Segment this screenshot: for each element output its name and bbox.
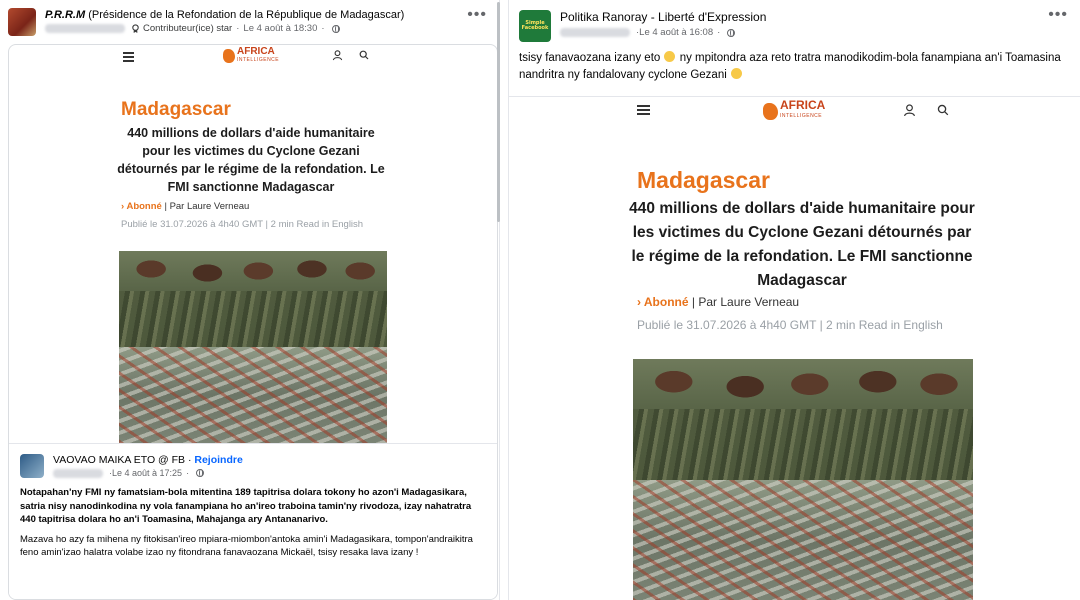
- post-image[interactable]: AFRICA INTELLIGENCE Madagascar 440 millio…: [509, 96, 1080, 600]
- blurred-author: [560, 28, 630, 37]
- blurred-author: [45, 24, 125, 33]
- search-icon: [359, 50, 369, 60]
- africa-map-icon: [763, 102, 778, 120]
- comment-author[interactable]: VAOVAO MAIKA ETO @ FB: [53, 454, 185, 466]
- article-photo: [633, 359, 973, 600]
- comment-body: Notapahan'ny FMI ny famatsiam-bola miten…: [20, 487, 473, 558]
- page-name[interactable]: Politika Ranoray - Liberté d'Expression: [560, 10, 1070, 24]
- africa-map-icon: [223, 49, 235, 63]
- globe-icon: [196, 469, 205, 477]
- left-post-header: P.R.R.M (Présidence de la Refondation de…: [0, 0, 499, 42]
- africa-intelligence-logo: AFRICA INTELLIGENCE: [763, 99, 825, 122]
- menu-icon: [123, 52, 134, 64]
- join-button[interactable]: Rejoindre: [194, 454, 242, 466]
- blurred-author: [53, 468, 103, 478]
- article-country: Madagascar: [637, 167, 770, 193]
- search-icon: [937, 104, 949, 116]
- page-avatar[interactable]: Simple Facebook: [519, 10, 551, 42]
- article-published: Publié le 31.07.2026 à 4h40 GMT | 2 min …: [121, 219, 364, 230]
- menu-icon: [637, 105, 650, 117]
- article-byline: › Abonné | Par Laure Verneau: [121, 201, 250, 212]
- post-date[interactable]: Le 4 août à 16:08: [639, 27, 713, 38]
- left-post: P.R.R.M (Présidence de la Refondation de…: [0, 0, 500, 600]
- shared-post-card[interactable]: AFRICA INTELLIGENCE Madagascar 440 millio…: [8, 44, 498, 600]
- article-screenshot: AFRICA INTELLIGENCE Madagascar 440 millio…: [627, 97, 977, 600]
- article-byline: › Abonné | Par Laure Verneau: [637, 295, 800, 309]
- article-country: Madagascar: [121, 99, 231, 120]
- comment-date[interactable]: Le 4 août à 17:25: [112, 468, 182, 478]
- badge-icon: [132, 24, 139, 33]
- more-options-icon[interactable]: •••: [1048, 7, 1068, 23]
- right-post-header: Simple Facebook Politika Ranoray - Liber…: [509, 0, 1080, 48]
- right-post: Simple Facebook Politika Ranoray - Liber…: [508, 0, 1080, 600]
- africa-intelligence-logo: AFRICA INTELLIGENCE: [223, 47, 279, 65]
- emoji-icon: [664, 51, 676, 62]
- more-options-icon[interactable]: •••: [467, 7, 487, 23]
- contributor-badge[interactable]: Contributeur(ice) star: [131, 23, 232, 34]
- scrollbar[interactable]: [497, 2, 500, 222]
- article-headline: 440 millions de dollars d'aide humanitai…: [117, 126, 385, 194]
- user-icon: [332, 50, 343, 61]
- article-photo: [119, 251, 387, 443]
- post-date[interactable]: Le 4 août à 18:30: [243, 23, 317, 34]
- article-headline: 440 millions de dollars d'aide humanitai…: [629, 200, 975, 289]
- user-icon: [904, 104, 915, 117]
- article-screenshot: AFRICA INTELLIGENCE Madagascar 440 millio…: [113, 45, 389, 443]
- page-avatar[interactable]: [8, 8, 36, 36]
- globe-icon: [727, 28, 736, 37]
- article-published: Publié le 31.07.2026 à 4h40 GMT | 2 min …: [637, 318, 943, 332]
- page-name[interactable]: P.R.R.M (Présidence de la Refondation de…: [45, 8, 489, 22]
- comment: VAOVAO MAIKA ETO @ FB · Rejoindre · Le 4…: [9, 443, 497, 599]
- comment-avatar[interactable]: [20, 454, 44, 478]
- globe-icon: [331, 24, 340, 33]
- emoji-icon: [730, 68, 742, 79]
- post-caption: tsisy fanavaozana izany eto ny mpitondra…: [519, 51, 1061, 81]
